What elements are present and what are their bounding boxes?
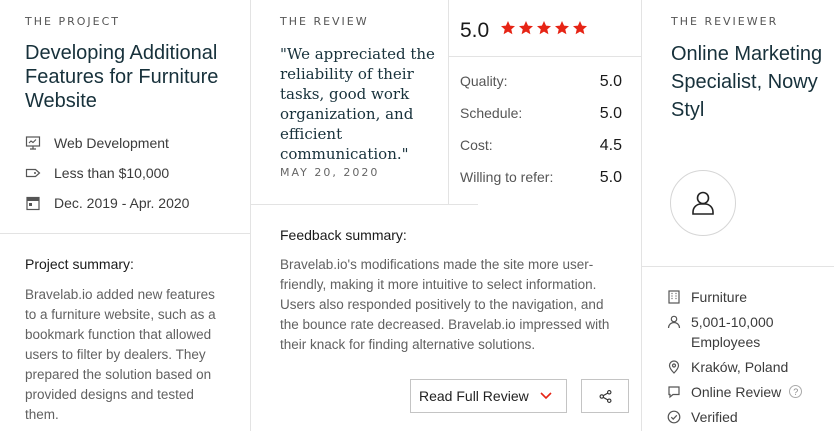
budget-label: Less than $10,000 (54, 165, 170, 181)
review-type-label: Online Review (691, 384, 782, 400)
avatar (670, 170, 736, 236)
tag-icon (25, 168, 41, 178)
user-icon (692, 191, 714, 215)
dates-label: Dec. 2019 - Apr. 2020 (54, 195, 190, 211)
chevron-down-icon (540, 392, 552, 400)
section-divider (251, 204, 478, 205)
column-divider (250, 0, 251, 431)
review-date: MAY 20, 2020 (280, 166, 380, 179)
share-icon (599, 389, 611, 403)
check-circle-icon (667, 410, 681, 424)
overall-score: 5.0 (460, 19, 490, 42)
star-icon (555, 21, 569, 35)
project-summary-label: Project summary: (25, 256, 134, 272)
employees-label: 5,001-10,000 Employees (691, 314, 774, 350)
star-icon (519, 21, 533, 35)
calendar-icon (26, 196, 40, 211)
read-full-review-button[interactable]: Read Full Review (410, 379, 567, 413)
rating-label: Schedule: (460, 105, 523, 121)
reviewer-eyebrow: THE REVIEWER (671, 15, 779, 28)
review-eyebrow: THE REVIEW (280, 15, 369, 28)
read-full-review-label: Read Full Review (419, 388, 529, 404)
verified-row: Verified (667, 407, 738, 427)
feedback-summary-text: Bravelab.io's modifications made the sit… (280, 257, 610, 352)
location-pin-icon (668, 360, 680, 374)
review-type-row: Online Review ? (667, 382, 803, 402)
project-title: Developing Additional Features for Furni… (25, 42, 219, 112)
section-divider (448, 56, 641, 57)
service-row: Web Development (25, 135, 169, 151)
budget-row: Less than $10,000 (25, 165, 169, 181)
column-divider (641, 0, 642, 431)
star-icon (537, 21, 551, 35)
rating-value: 5.0 (599, 169, 622, 186)
location-label: Kraków, Poland (691, 359, 789, 375)
rating-label: Cost: (460, 137, 493, 153)
dates-row: Dec. 2019 - Apr. 2020 (25, 195, 189, 211)
star-icon (501, 21, 515, 35)
rating-row-schedule: Schedule: 5.0 (460, 105, 622, 123)
service-label: Web Development (54, 135, 169, 151)
rating-row-refer: Willing to refer: 5.0 (460, 169, 622, 187)
monitor-icon (25, 136, 41, 150)
location-row: Kraków, Poland (667, 357, 788, 377)
review-quote: "We appreciated the reliability of their… (280, 45, 435, 163)
rating-value: 5.0 (599, 73, 622, 90)
star-icon (573, 21, 587, 35)
chat-bubble-icon (668, 386, 680, 399)
rating-value: 5.0 (599, 105, 622, 122)
rating-value: 4.5 (599, 137, 622, 154)
rating-label: Willing to refer: (460, 169, 554, 185)
project-eyebrow: THE PROJECT (25, 15, 120, 28)
verified-label: Verified (691, 409, 738, 425)
reviewer-title: Online Marketing Specialist, Nowy Styl (671, 43, 823, 121)
rating-row-cost: Cost: 4.5 (460, 137, 622, 155)
industry-label: Furniture (691, 289, 748, 305)
employees-row: 5,001-10,000 Employees (667, 312, 787, 352)
share-button[interactable] (581, 379, 629, 413)
building-icon (668, 290, 680, 304)
help-icon[interactable]: ? (789, 385, 803, 398)
rating-row-quality: Quality: 5.0 (460, 73, 622, 91)
industry-row: Furniture (667, 287, 747, 307)
section-divider (0, 233, 250, 234)
feedback-summary-label: Feedback summary: (280, 227, 407, 243)
section-divider (642, 266, 834, 267)
rating-label: Quality: (460, 73, 508, 89)
person-icon (667, 315, 681, 329)
star-rating (500, 20, 588, 36)
project-summary-text: Bravelab.io added new features to a furn… (25, 287, 216, 422)
